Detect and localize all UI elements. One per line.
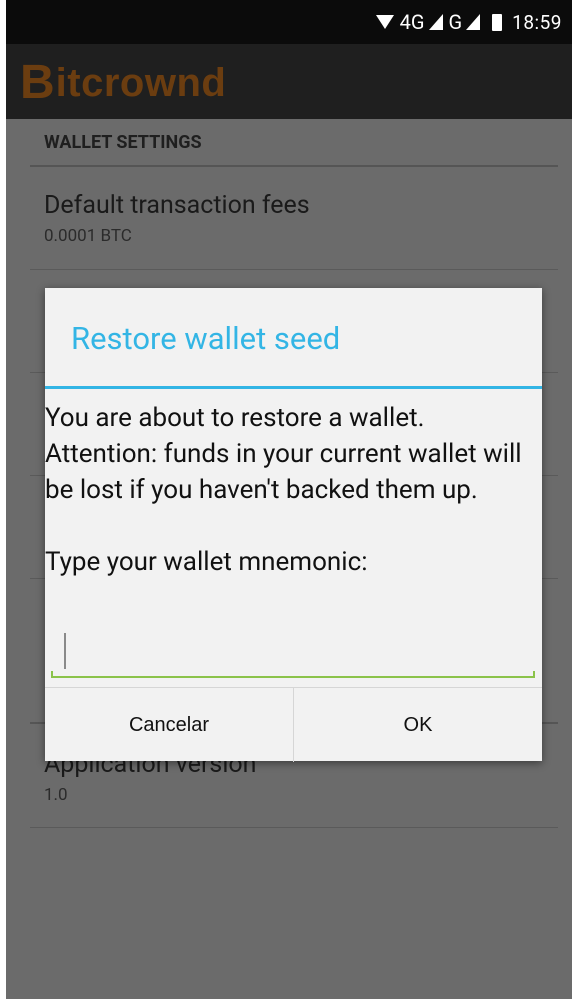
network-type-label: 4G: [399, 10, 425, 34]
battery-icon: [492, 13, 503, 31]
pref-title: Default transaction fees: [44, 191, 310, 220]
section-header-wallet-settings: WALLET SETTINGS: [30, 119, 558, 167]
dialog-message: You are about to restore a wallet. Atten…: [45, 403, 522, 577]
input-underline: [51, 671, 535, 678]
bitcoin-logo-icon: B: [20, 56, 55, 109]
status-bar: 4G G 18:59: [6, 0, 572, 44]
dialog-title: Restore wallet seed: [71, 320, 341, 357]
mnemonic-input[interactable]: [51, 624, 535, 670]
signal-icon: [428, 14, 443, 30]
status-time: 18:59: [512, 10, 562, 34]
cancel-button[interactable]: Cancelar: [45, 688, 294, 762]
app-logo: B itcrownd: [20, 48, 226, 118]
network-type-label-secondary: G: [448, 10, 463, 34]
app-logo-text: itcrownd: [55, 60, 227, 105]
status-icons: 4G G 18:59: [375, 0, 562, 44]
pref-summary: 0.0001 BTC: [44, 226, 132, 246]
app-bar: B itcrownd: [6, 44, 572, 119]
restore-wallet-dialog: Restore wallet seed You are about to res…: [45, 288, 542, 762]
text-caret: [64, 633, 66, 669]
dialog-button-bar: Cancelar OK: [45, 687, 542, 762]
phone-screen: 4G G 18:59 B itcrownd WALLET SETTINGS De…: [6, 0, 572, 999]
ok-button[interactable]: OK: [294, 688, 542, 762]
pref-summary: 1.0: [44, 785, 68, 805]
signal-icon: [466, 14, 481, 30]
pref-default-transaction-fees[interactable]: Default transaction fees 0.0001 BTC: [30, 167, 558, 270]
dialog-title-divider: [45, 386, 542, 389]
wifi-icon: [375, 15, 394, 29]
